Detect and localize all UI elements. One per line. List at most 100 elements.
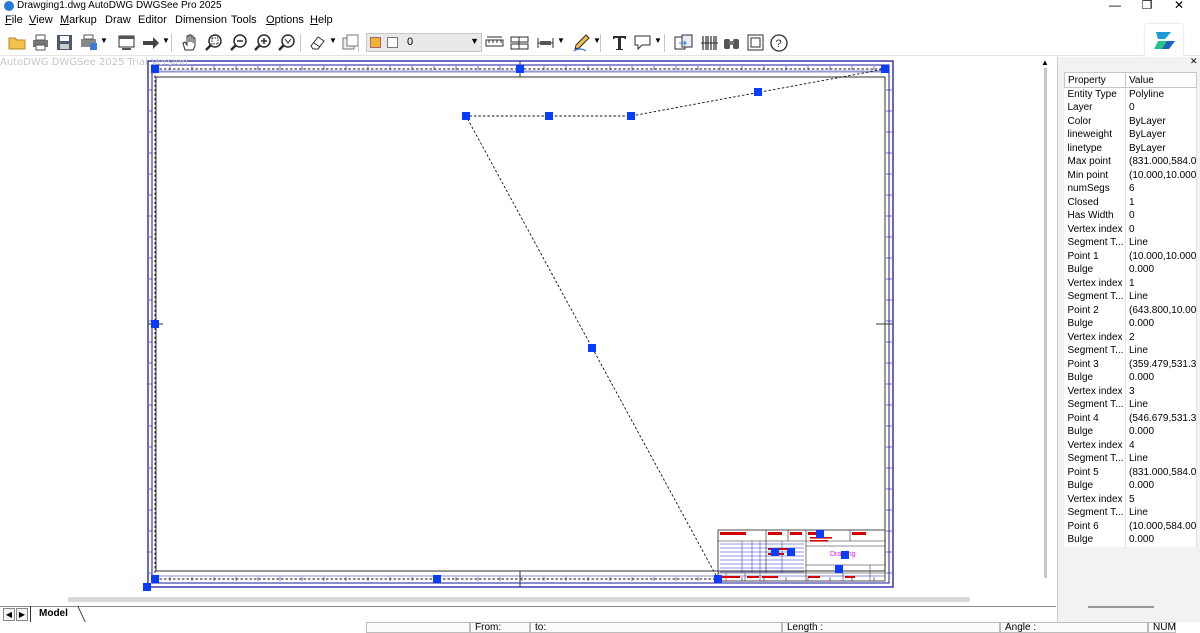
chevron-down-icon[interactable]: ▼ [162, 36, 170, 55]
menu-dimension[interactable]: Dimension [175, 14, 227, 26]
compare-icon[interactable] [674, 33, 693, 52]
grip-handle[interactable] [433, 575, 441, 583]
dimension-icon[interactable] [536, 33, 555, 52]
property-row[interactable]: Segment T... Line [1064, 236, 1197, 250]
help-icon[interactable]: ? [769, 33, 788, 52]
arrow-right-icon[interactable] [141, 33, 160, 52]
grip-handle[interactable] [835, 565, 843, 573]
zoom-out-icon[interactable] [229, 33, 248, 52]
property-row[interactable]: Point 1 (10.000,10.000) [1064, 249, 1197, 263]
zoom-window-icon[interactable] [204, 33, 223, 52]
property-row[interactable]: linetype ByLayer [1064, 141, 1197, 155]
property-row[interactable]: Entity Type Polyline [1064, 87, 1197, 101]
property-row[interactable]: Segment T... Line [1064, 290, 1197, 304]
chevron-down-icon[interactable]: ▼ [654, 36, 662, 55]
property-row[interactable]: Point 2 (643.800,10.000 [1064, 303, 1197, 317]
fullscreen-icon[interactable] [746, 33, 765, 52]
property-row[interactable]: Has Width 0 [1064, 209, 1197, 223]
save-icon[interactable] [55, 33, 74, 52]
tab-model[interactable]: Model [30, 606, 82, 622]
grip-handle[interactable] [462, 112, 470, 120]
grip-handle[interactable] [841, 551, 849, 559]
close-icon[interactable]: ✕ [1190, 56, 1198, 67]
property-row[interactable]: Vertex index 1 [1064, 276, 1197, 290]
grip-handle[interactable] [151, 320, 159, 328]
measure-distance-icon[interactable] [485, 33, 504, 52]
comment-icon[interactable] [633, 33, 652, 52]
property-row[interactable]: Layer 0 [1064, 101, 1197, 115]
print-setup-icon[interactable] [79, 33, 98, 52]
eraser-icon[interactable] [308, 33, 327, 52]
property-row[interactable]: Color ByLayer [1064, 114, 1197, 128]
property-row[interactable]: Bulge 0.000 [1064, 317, 1197, 331]
text-icon[interactable] [610, 33, 629, 52]
property-row[interactable]: Min point (10.000,10.000,( [1064, 168, 1197, 182]
property-row[interactable]: Bulge 0.000 [1064, 371, 1197, 385]
property-row[interactable]: Segment T... Line [1064, 344, 1197, 358]
chevron-down-icon[interactable]: ▼ [557, 36, 565, 55]
value-column-header[interactable]: Value [1125, 72, 1197, 88]
chevron-down-icon[interactable]: ▼ [100, 36, 108, 55]
vertical-scroll-thumb[interactable] [1044, 68, 1047, 578]
property-row[interactable]: lineweight ByLayer [1064, 128, 1197, 142]
property-row[interactable]: Bulge 0.000 [1064, 479, 1197, 493]
grip-handle[interactable] [151, 575, 159, 583]
selected-polyline[interactable] [154, 68, 886, 580]
property-row[interactable]: Point 5 (831.000,584.00 [1064, 465, 1197, 479]
close-button[interactable]: ✕ [1164, 0, 1194, 12]
property-row[interactable]: Segment T... Line [1064, 398, 1197, 412]
print-icon[interactable] [31, 33, 50, 52]
measure-area-icon[interactable] [510, 33, 529, 52]
property-row[interactable]: Bulge 0.000 [1064, 425, 1197, 439]
barcode-icon[interactable] [700, 33, 719, 52]
property-row[interactable]: Point 6 (10.000,584.000 [1064, 519, 1197, 533]
property-row[interactable]: numSegs 6 [1064, 182, 1197, 196]
property-column-header[interactable]: Property [1064, 72, 1126, 88]
vertical-scrollbar[interactable]: ▲ [1041, 58, 1053, 578]
menu-tools[interactable]: Tools [231, 14, 257, 26]
property-row[interactable]: Segment T... Line [1064, 506, 1197, 520]
grip-handle[interactable] [816, 530, 824, 538]
property-row[interactable]: Vertex index 5 [1064, 492, 1197, 506]
menu-markup[interactable]: Markup [60, 14, 97, 26]
menu-draw[interactable]: Draw [105, 14, 131, 26]
property-row[interactable]: Point 4 (546.679,531.39 [1064, 411, 1197, 425]
open-folder-icon[interactable] [8, 33, 27, 52]
zoom-in-icon[interactable] [253, 33, 272, 52]
property-row[interactable]: Closed 1 [1064, 195, 1197, 209]
property-row[interactable]: Bulge 0.000 [1064, 263, 1197, 277]
pan-hand-icon[interactable] [180, 33, 199, 52]
binoculars-icon[interactable] [722, 33, 741, 52]
grip-handle[interactable] [545, 112, 553, 120]
layer-select[interactable]: 0 ▼ [366, 33, 482, 52]
scroll-up-icon[interactable]: ▲ [1041, 58, 1049, 67]
grip-handle[interactable] [771, 548, 779, 556]
grip-handle[interactable] [627, 112, 635, 120]
grip-handle[interactable] [588, 344, 596, 352]
grip-handle[interactable] [787, 548, 795, 556]
tab-next-button[interactable]: ▶ [16, 608, 28, 621]
minimize-button[interactable]: — [1100, 0, 1130, 12]
property-row[interactable]: Vertex index 2 [1064, 330, 1197, 344]
grip-handle[interactable] [754, 88, 762, 96]
horizontal-scrollbar[interactable] [68, 597, 970, 602]
view-window-icon[interactable] [117, 33, 136, 52]
grip-handle[interactable] [516, 65, 524, 73]
chevron-down-icon[interactable]: ▼ [329, 36, 337, 55]
menu-file[interactable]: File [5, 14, 23, 26]
drawing-canvas[interactable]: Drawing [0, 57, 1052, 602]
properties-scrollbar[interactable] [1088, 606, 1154, 608]
zoom-extents-icon[interactable] [277, 33, 296, 52]
grip-handle[interactable] [714, 575, 722, 583]
tab-prev-button[interactable]: ◀ [3, 608, 15, 621]
menu-editor[interactable]: Editor [138, 14, 167, 26]
menu-options[interactable]: Options [266, 14, 304, 26]
property-row[interactable]: Max point (831.000,584.00 [1064, 155, 1197, 169]
property-row[interactable]: Point 3 (359.479,531.39 [1064, 357, 1197, 371]
property-row[interactable]: Bulge 0.000 [1064, 533, 1197, 547]
property-row[interactable]: Vertex index 4 [1064, 438, 1197, 452]
menu-view[interactable]: View [29, 14, 53, 26]
menu-help[interactable]: Help [310, 14, 333, 26]
property-row[interactable]: Segment T... Line [1064, 452, 1197, 466]
property-row[interactable]: Vertex index 3 [1064, 384, 1197, 398]
